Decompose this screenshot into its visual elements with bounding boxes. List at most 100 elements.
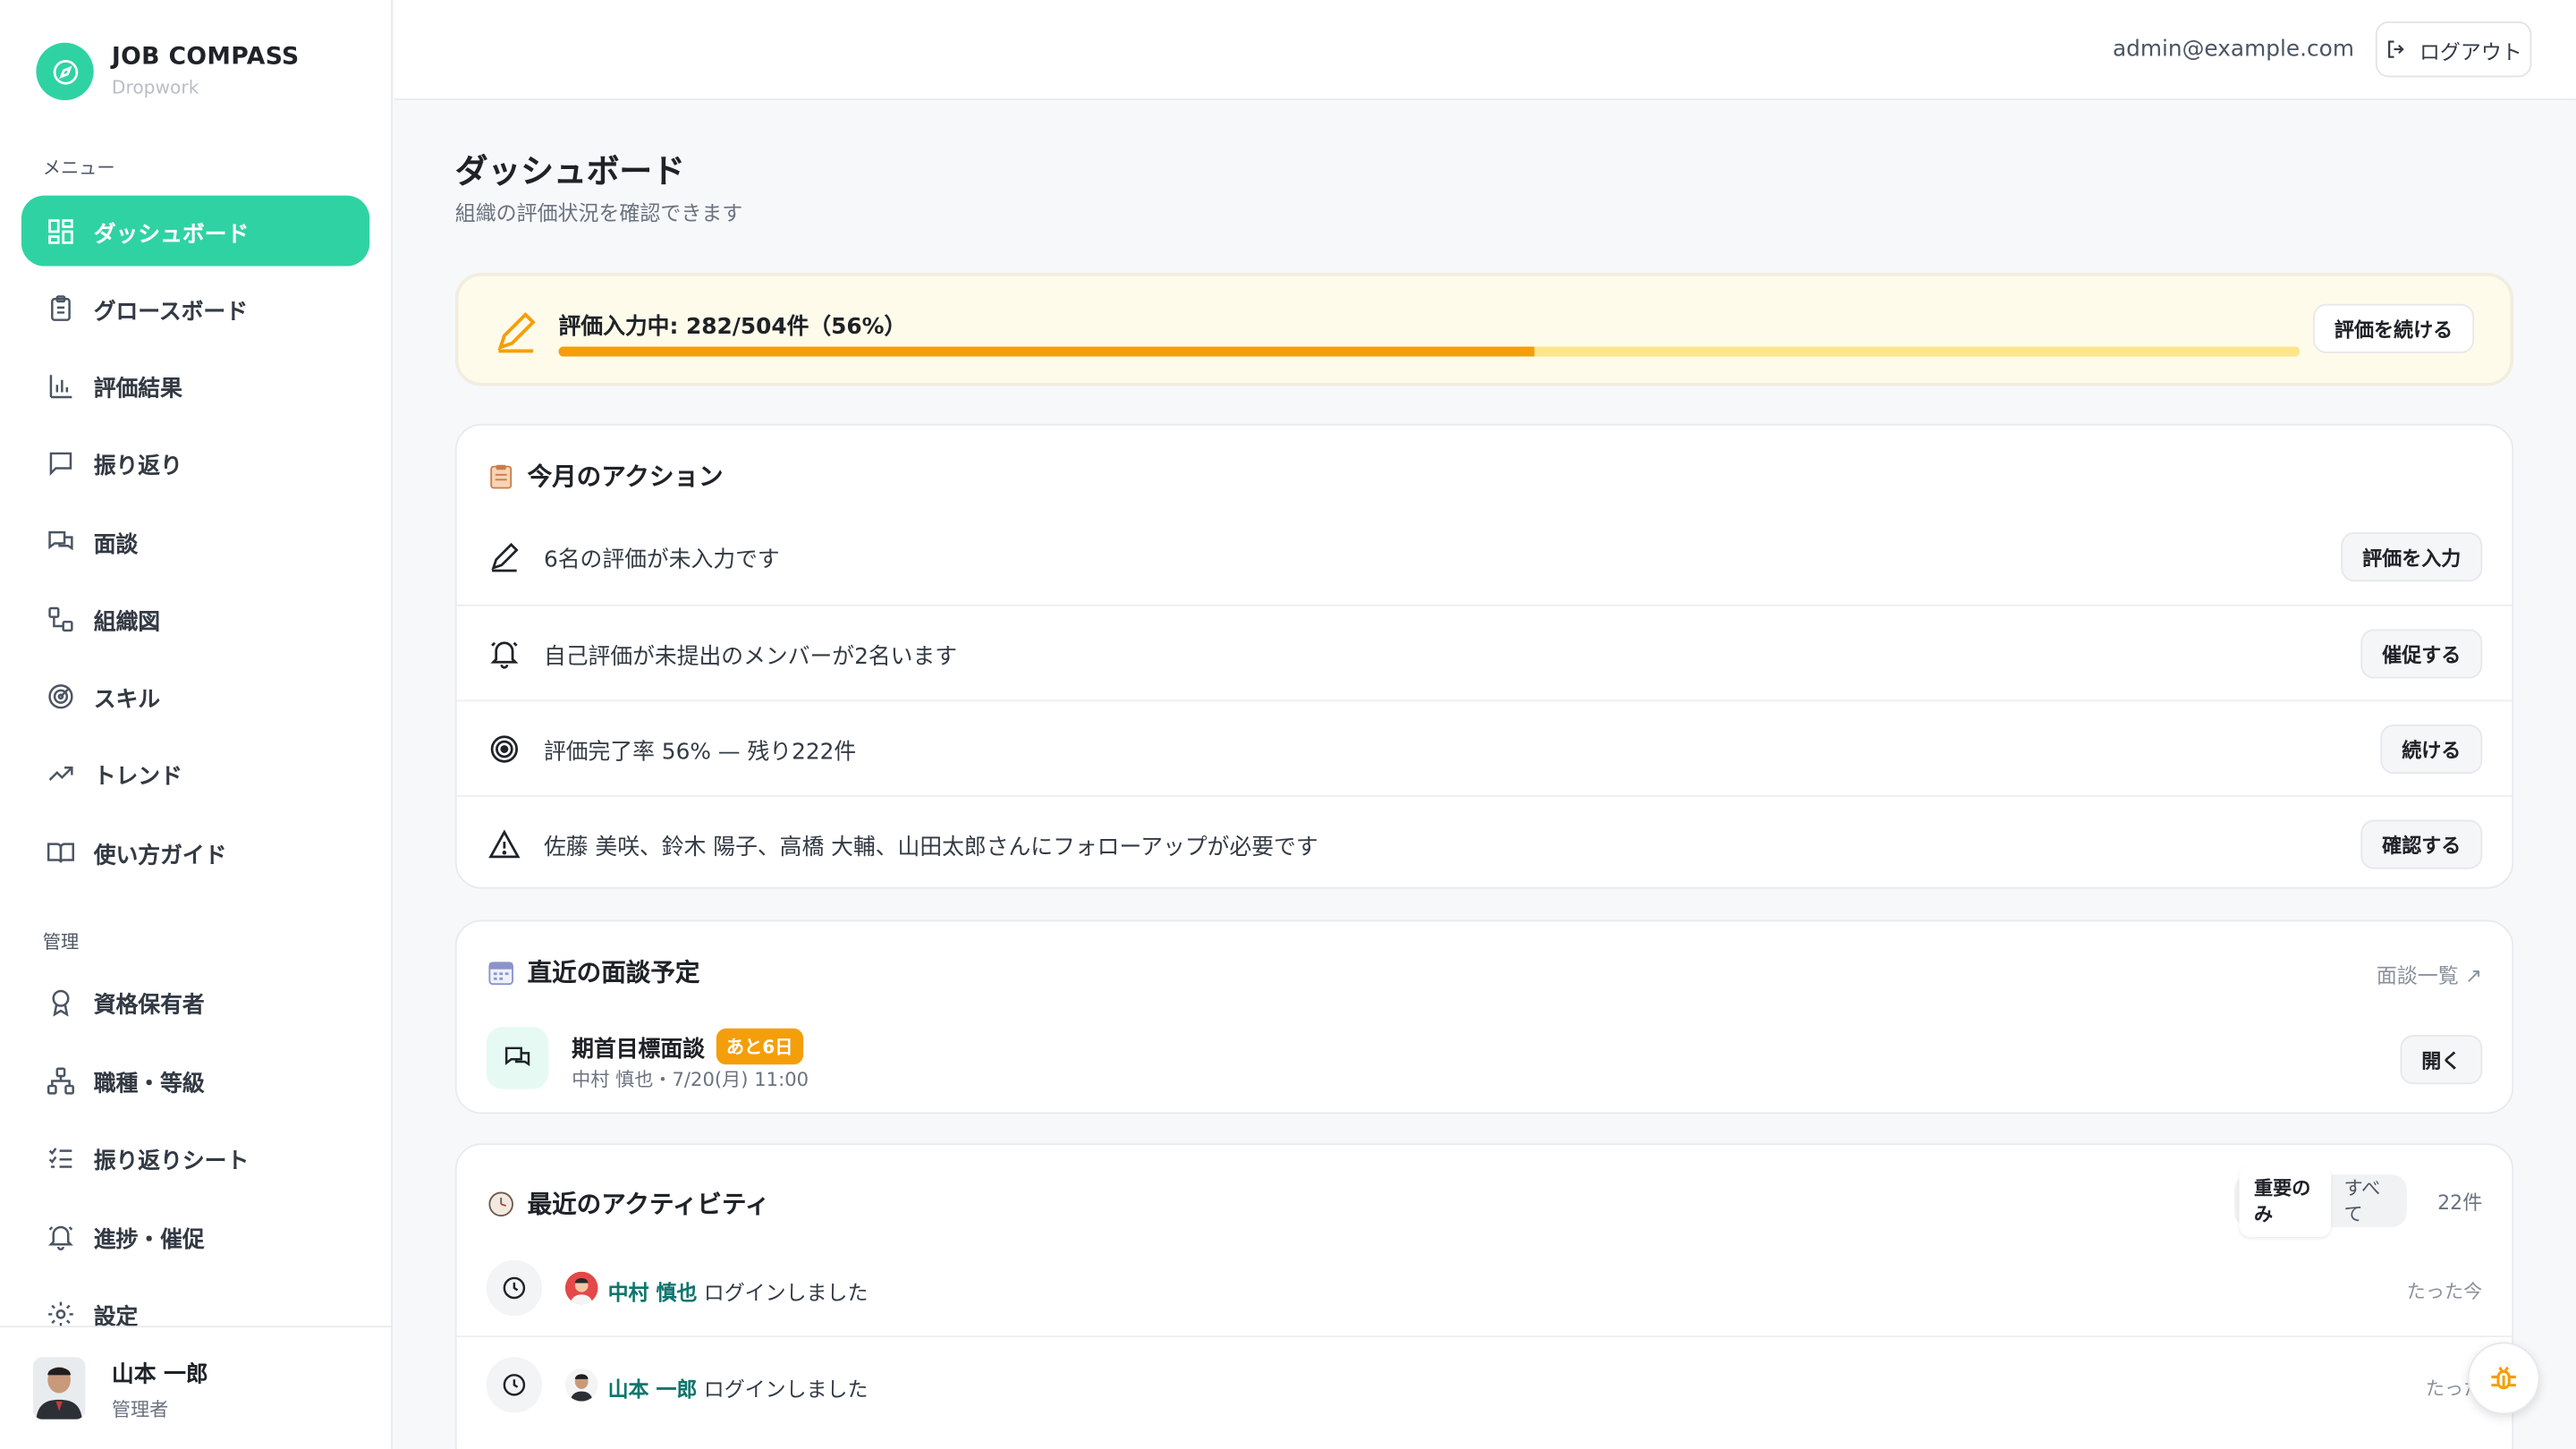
action-text: 6名の評価が未入力です [543,547,780,574]
progress-label: 評価入力中: 282/504件（56%） [558,313,907,341]
sidebar-item-label: 面談 [93,531,139,558]
activity-actor[interactable]: 山本 一郎 ログインしました [608,1372,869,1403]
open-meeting-button[interactable]: 開く [2400,1035,2483,1085]
activity-actor[interactable]: 中村 慎也 ログインしました [608,1275,869,1306]
chat-icon [43,523,79,559]
continue-evaluation-button[interactable]: 評価を続ける [2313,303,2475,353]
sidebar-item-label: 振り返り [93,453,182,479]
sidebar-item-label: 職種・等級 [93,1070,205,1097]
sidebar-item-label: 組織図 [93,608,161,635]
page-title: ダッシュボード [454,150,685,191]
action-text: 評価完了率 56% — 残り222件 [543,738,857,765]
activity-filter: 重要のみ すべて [2233,1165,2407,1238]
card-title: 最近のアクティビティ [487,1186,769,1221]
book-icon [43,834,79,869]
sidebar-item-job-grade[interactable]: 職種・等級 [21,1045,369,1115]
sidebar-item-label: 資格保有者 [93,991,205,1018]
clock-icon [486,1259,543,1317]
sidebar-item-growth-board[interactable]: グロースボード [21,273,369,343]
calendar-icon [487,959,513,985]
sidebar-item-label: スキル [93,685,161,713]
sidebar-item-label: 振り返りシート [93,1147,250,1174]
list-item: 山本 一郎 ログインしました たった [456,1335,2512,1431]
sidebar-item-results[interactable]: 評価結果 [21,350,369,420]
logout-button[interactable]: ログアウト [2375,21,2532,78]
continue-button[interactable]: 続ける [2380,724,2483,775]
page-subtitle: 組織の評価状況を確認できます [454,200,743,225]
action-row: 自己評価が未提出のメンバーが2名います 催促する [456,604,2512,700]
logout-icon [2387,40,2404,58]
sidebar-item-label: 進捗・催促 [93,1226,205,1253]
bug-icon [2491,1366,2516,1390]
message-icon [43,445,79,480]
sidebar-item-dashboard[interactable]: ダッシュボード [21,195,370,267]
bell-icon [487,635,522,671]
target-icon [487,730,522,766]
pencil-icon [493,309,538,361]
clock-icon [486,1357,543,1413]
bug-report-button[interactable] [2467,1342,2540,1415]
progress-bar [558,346,2301,357]
clipboard-icon [43,290,79,326]
chat-icon [486,1026,549,1089]
checklist-icon [43,1140,79,1175]
user-profile[interactable]: 山本 一郎 管理者 [0,1326,393,1449]
meeting-details: 中村 慎也・7/20(月) 11:00 [572,1067,809,1091]
meetings-list-link[interactable]: 面談一覧 ↗ [2377,958,2482,989]
brand[interactable]: JOB COMPASS Dropwork [36,42,300,101]
user-role: 管理者 [111,1397,169,1420]
confirm-button[interactable]: 確認する [2360,819,2483,869]
user-name: 山本 一郎 [111,1360,208,1388]
monthly-actions-card: 今月のアクション 6名の評価が未入力です 評価を入力 自己評価が未提出のメンバー… [454,423,2514,889]
action-row: 6名の評価が未入力です 評価を入力 [457,509,2512,605]
recent-activity-card: 最近のアクティビティ 重要のみ すべて 22件 中村 慎也 ログインしました たっ… [454,1143,2514,1449]
trend-icon [43,755,79,791]
hierarchy-icon [43,1062,79,1097]
sidebar-item-guide[interactable]: 使い方ガイド [21,817,369,887]
pencil-icon [487,538,522,574]
remind-button[interactable]: 催促する [2360,629,2483,679]
sidebar-item-trend[interactable]: トレンド [21,738,369,809]
avatar [564,1368,598,1402]
evaluation-progress-card: 評価入力中: 282/504件（56%） 評価を続ける [454,272,2514,386]
activity-time: たった今 [2406,1279,2483,1303]
sidebar-item-certified[interactable]: 資格保有者 [21,966,369,1037]
brand-title: JOB COMPASS [111,44,300,71]
sidebar-item-skill[interactable]: スキル [21,660,369,731]
radar-icon [43,678,79,714]
sidebar-item-label: グロースボード [93,298,249,325]
action-row: 評価完了率 56% — 残り222件 続ける [456,699,2512,795]
sidebar-item-label: 使い方ガイド [93,842,227,869]
sidebar-item-reflection-sheet[interactable]: 振り返りシート [21,1122,369,1192]
activity-count: 22件 [2437,1191,2483,1215]
brand-subtitle: Dropwork [111,77,199,99]
sidebar-item-reflection[interactable]: 振り返り [21,428,369,498]
compass-icon [36,42,94,101]
bell-icon [43,1218,79,1254]
bar-chart-icon [43,368,79,403]
filter-important[interactable]: 重要のみ [2239,1165,2331,1238]
card-title: 今月のアクション [487,458,724,493]
sidebar-item-org-chart[interactable]: 組織図 [21,583,369,654]
list-item: 中村 慎也 ログインしました たった今 [457,1241,2512,1336]
meeting-title: 期首目標面談 あと6日 [572,1028,803,1065]
menu-section-label: メニュー [42,157,115,180]
sidebar-item-interview[interactable]: 面談 [21,506,369,577]
avatar [564,1271,598,1305]
clipboard-icon [487,462,513,488]
card-title: 直近の面談予定 [487,954,699,989]
clock-icon [487,1191,513,1216]
logout-label: ログアウト [2419,38,2522,64]
topbar: admin@example.com ログアウト [394,0,2576,101]
filter-all[interactable]: すべて [2331,1165,2402,1237]
progress-bar-fill [558,346,1534,357]
enter-evaluation-button[interactable]: 評価を入力 [2341,532,2483,582]
sidebar-item-label: トレンド [93,763,182,790]
sidebar-item-label: ダッシュボード [93,221,250,248]
award-icon [43,983,79,1019]
sidebar-item-progress-reminder[interactable]: 進捗・催促 [21,1201,369,1272]
avatar [32,1357,86,1419]
sidebar-item-label: 評価結果 [93,375,182,402]
warning-icon [487,826,522,861]
action-text: 佐藤 美咲、鈴木 陽子、高橋 大輔、山田太郎さんにフォローアップが必要です [543,834,1318,860]
